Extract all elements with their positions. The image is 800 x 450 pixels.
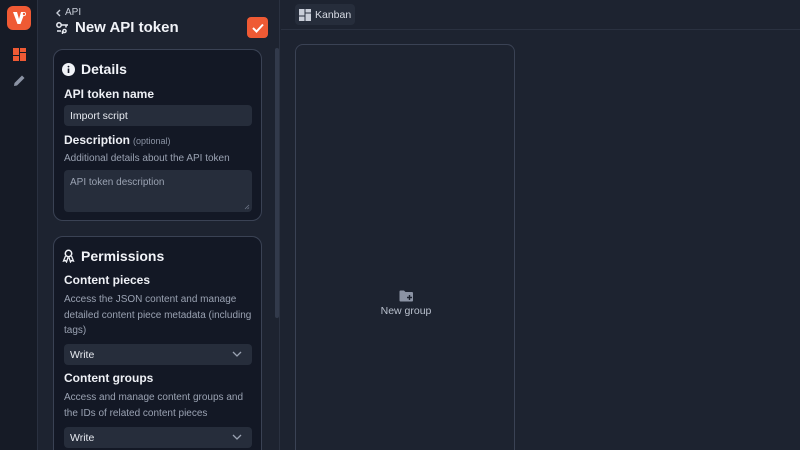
top-toolbar: Kanban <box>281 0 800 30</box>
token-name-input[interactable]: Import script <box>64 105 252 126</box>
page-title: New API token <box>75 19 179 36</box>
chevron-left-icon <box>56 9 61 16</box>
content-pieces-help: Access the JSON content and manage detai… <box>64 294 252 336</box>
content-groups-select[interactable]: Write <box>64 427 252 448</box>
permissions-heading-label: Permissions <box>81 248 165 264</box>
kanban-column: New group <box>295 44 515 450</box>
description-help: Additional details about the API token <box>64 153 230 164</box>
content-pieces-value: Write <box>70 349 95 361</box>
description-textarea[interactable]: API token description <box>64 170 252 212</box>
description-label: Description (optional) <box>64 133 171 147</box>
kanban-view-label: Kanban <box>315 8 352 21</box>
kanban-view-button[interactable]: Kanban <box>295 4 356 25</box>
folder-add-icon <box>399 290 413 302</box>
save-button[interactable] <box>247 17 268 38</box>
info-icon <box>62 62 75 76</box>
details-heading-label: Details <box>81 61 127 77</box>
panel-scrollbar[interactable] <box>275 48 279 318</box>
permissions-icon <box>62 249 75 263</box>
content-pieces-label: Content pieces <box>64 273 151 287</box>
token-panel: API New API token Details API token name… <box>39 0 280 450</box>
description-placeholder: API token description <box>70 177 165 188</box>
kanban-area: Kanban New group <box>281 0 800 450</box>
content-groups-help: Access and manage content groups and the… <box>64 392 244 419</box>
optional-tag: (optional) <box>133 136 171 146</box>
details-heading: Details <box>62 61 127 77</box>
content-groups-label: Content groups <box>64 371 154 385</box>
chevron-down-icon <box>232 351 242 357</box>
new-group-button[interactable]: New group <box>296 290 516 317</box>
page-title-row: New API token <box>55 19 179 36</box>
details-card: Details API token name Import script Des… <box>53 49 262 221</box>
permissions-heading: Permissions <box>62 248 164 264</box>
dashboard-icon[interactable] <box>11 46 27 62</box>
pencil-icon[interactable] <box>11 72 27 88</box>
app-rail <box>0 0 38 450</box>
description-label-text: Description <box>64 133 131 147</box>
back-link[interactable]: API <box>55 7 81 18</box>
content-pieces-select[interactable]: Write <box>64 344 252 365</box>
api-token-icon <box>56 21 68 34</box>
new-group-label: New group <box>380 305 432 317</box>
app-logo[interactable] <box>7 6 31 30</box>
checkmark-icon <box>251 23 264 33</box>
chevron-down-icon <box>232 434 242 440</box>
resize-grip-icon[interactable] <box>244 204 250 210</box>
kanban-icon <box>299 8 311 21</box>
content-groups-value: Write <box>70 432 95 444</box>
permissions-card: Permissions Content pieces Access the JS… <box>53 236 262 450</box>
token-name-label: API token name <box>64 87 155 101</box>
back-link-label: API <box>65 7 82 18</box>
